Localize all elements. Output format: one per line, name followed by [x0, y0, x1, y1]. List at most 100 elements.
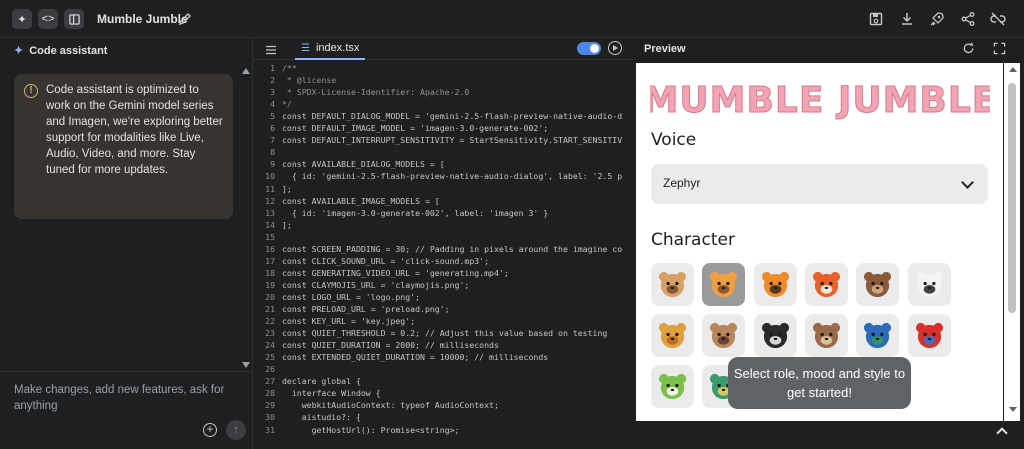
download-icon[interactable]	[899, 11, 915, 27]
chat-scrollbar[interactable]	[242, 68, 250, 368]
code-line[interactable]: 14];	[253, 219, 636, 231]
code-line[interactable]: 25 const EXTENDED_QUIET_DURATION = 10000;…	[253, 351, 636, 363]
code-line[interactable]: 19 const CLAYMOJIS_URL = 'claymojis.png';	[253, 279, 636, 291]
code-line[interactable]: 10 { id: 'gemini-2.5-flash-preview-nativ…	[253, 170, 636, 182]
preview-footer	[636, 421, 1024, 449]
character-fox-button[interactable]	[804, 263, 848, 306]
send-button[interactable]: ↑	[226, 420, 246, 440]
owl-icon	[812, 322, 840, 349]
scroll-down-arrow-icon[interactable]	[242, 362, 250, 368]
code-line[interactable]: 30 aistudio?: {	[253, 411, 636, 423]
line-number: 19	[265, 279, 275, 290]
code-line[interactable]: 8	[253, 146, 636, 158]
chevron-up-icon[interactable]	[996, 427, 1008, 439]
code-line[interactable]: 5 const DEFAULT_DIALOG_MODEL = 'gemini-2.…	[253, 110, 636, 122]
code-line[interactable]: 21 const PRELOAD_URL = 'preload.png';	[253, 303, 636, 315]
code-line[interactable]: 29 webkitAudioContext: typeof AudioConte…	[253, 399, 636, 411]
code-line[interactable]: 20 const LOGO_URL = 'logo.png';	[253, 291, 636, 303]
panda-icon	[915, 271, 943, 298]
code-line[interactable]: 24 const QUIET_DURATION = 2000; // millis…	[253, 339, 636, 351]
code-text: ];	[282, 183, 292, 194]
fullscreen-icon[interactable]	[993, 42, 1006, 55]
code-line[interactable]: 26	[253, 363, 636, 375]
code-line[interactable]: 2 * @license	[253, 74, 636, 86]
code-line[interactable]: 15	[253, 231, 636, 243]
code-text: declare global {	[282, 376, 361, 387]
line-number: 29	[265, 400, 275, 411]
code-text: ];	[282, 219, 292, 230]
character-skunk-button[interactable]	[753, 314, 797, 357]
parrot-icon	[915, 322, 943, 349]
edit-pencil-icon[interactable]	[177, 11, 193, 27]
code-line[interactable]: 3 * SPDX-License-Identifier: Apache-2.0	[253, 86, 636, 98]
layout-icon[interactable]	[64, 9, 84, 29]
line-number: 20	[265, 291, 275, 302]
code-text: const CLICK_SOUND_URL = 'click-sound.mp3…	[282, 255, 490, 266]
code-line[interactable]: 9 const AVAILABLE_DIALOG_MODELS = [	[253, 158, 636, 170]
voice-select[interactable]: Zephyr	[651, 164, 988, 204]
line-number: 31	[265, 424, 275, 435]
line-number: 24	[265, 340, 275, 351]
line-number: 6	[270, 123, 275, 134]
code-text: * @license	[282, 75, 337, 86]
code-line[interactable]: 6 const DEFAULT_IMAGE_MODEL = 'imagen-3.0…	[253, 122, 636, 134]
tab-index-tsx[interactable]: ☰ index.tsx	[295, 38, 366, 60]
code-line[interactable]: 1 /**	[253, 62, 636, 74]
bear-icon	[864, 271, 892, 298]
play-icon[interactable]	[608, 41, 622, 55]
code-line[interactable]: 7 const DEFAULT_INTERRUPT_SENSITIVITY = S…	[253, 134, 636, 146]
code-line[interactable]: 31 getHostUrl(): Promise<string>;	[253, 424, 636, 436]
code-line[interactable]: 16 const SCREEN_PADDING = 30; // Padding …	[253, 243, 636, 255]
add-attachment-button[interactable]: +	[203, 423, 217, 437]
character-bear-button[interactable]	[856, 263, 900, 306]
code-text: /**	[282, 63, 297, 73]
code-line[interactable]: 13 { id: 'imagen-3.0-generate-002', labe…	[253, 207, 636, 219]
code-line[interactable]: 17 const CLICK_SOUND_URL = 'click-sound.m…	[253, 255, 636, 267]
preview-scrollbar[interactable]	[1004, 63, 1020, 421]
rocket-icon[interactable]	[929, 11, 945, 27]
line-number: 28	[265, 388, 275, 399]
share-icon[interactable]	[960, 11, 976, 27]
code-text: { id: 'imagen-3.0-generate-002', label: …	[282, 207, 549, 218]
code-icon[interactable]: <>	[38, 9, 58, 29]
code-line[interactable]: 18 const GENERATING_VIDEO_URL = 'generati…	[253, 267, 636, 279]
save-icon[interactable]	[868, 11, 884, 27]
line-number: 23	[265, 328, 275, 339]
character-sloth-button[interactable]	[702, 314, 746, 357]
character-tiger-button[interactable]	[753, 263, 797, 306]
tab-label: index.tsx	[315, 42, 360, 54]
character-lion-button[interactable]	[651, 314, 694, 357]
refresh-icon[interactable]	[962, 42, 975, 55]
character-cat-button[interactable]	[702, 263, 746, 306]
scroll-up-arrow-icon[interactable]	[1009, 67, 1017, 72]
cat-icon	[710, 271, 738, 298]
character-frog-button[interactable]	[651, 365, 694, 408]
line-number: 22	[265, 316, 275, 327]
prompt-input[interactable]: Make changes, add new features, ask for …	[14, 382, 234, 414]
code-line[interactable]: 22 const KEY_URL = 'key.jpeg';	[253, 315, 636, 327]
code-line[interactable]: 4 */	[253, 98, 636, 110]
file-list-icon[interactable]	[265, 43, 277, 55]
editor-tabs: ☰ index.tsx	[253, 38, 636, 60]
character-dog-button[interactable]	[651, 263, 694, 306]
code-line[interactable]: 28 interface Window {	[253, 387, 636, 399]
app-title: Mumble Jumble	[97, 12, 188, 26]
preview-header: Preview	[636, 38, 1024, 60]
code-line[interactable]: 23 const QUIET_THRESHOLD = 0.2; // Adjust…	[253, 327, 636, 339]
code-line[interactable]: 12 const AVAILABLE_IMAGE_MODELS = [	[253, 195, 636, 207]
character-owl-button[interactable]	[804, 314, 848, 357]
code-area[interactable]: 1/** 2 * @license 3 * SPDX-License-Identif…	[253, 62, 636, 449]
code-line[interactable]: 27 declare global {	[253, 375, 636, 387]
preview-toggle[interactable]	[577, 42, 601, 55]
code-text: const DEFAULT_INTERRUPT_SENSITIVITY = St…	[282, 135, 623, 146]
line-number: 14	[265, 219, 275, 230]
code-line[interactable]: 11];	[253, 183, 636, 195]
sparkle-icon[interactable]: ✦	[12, 9, 32, 29]
scroll-thumb[interactable]	[1008, 83, 1016, 313]
scroll-down-arrow-icon[interactable]	[1009, 407, 1017, 412]
character-panda-button[interactable]	[907, 263, 951, 306]
scroll-up-arrow-icon[interactable]	[242, 68, 250, 74]
character-peacock-button[interactable]	[856, 314, 900, 357]
link-off-icon[interactable]	[990, 11, 1006, 27]
character-parrot-button[interactable]	[907, 314, 951, 357]
